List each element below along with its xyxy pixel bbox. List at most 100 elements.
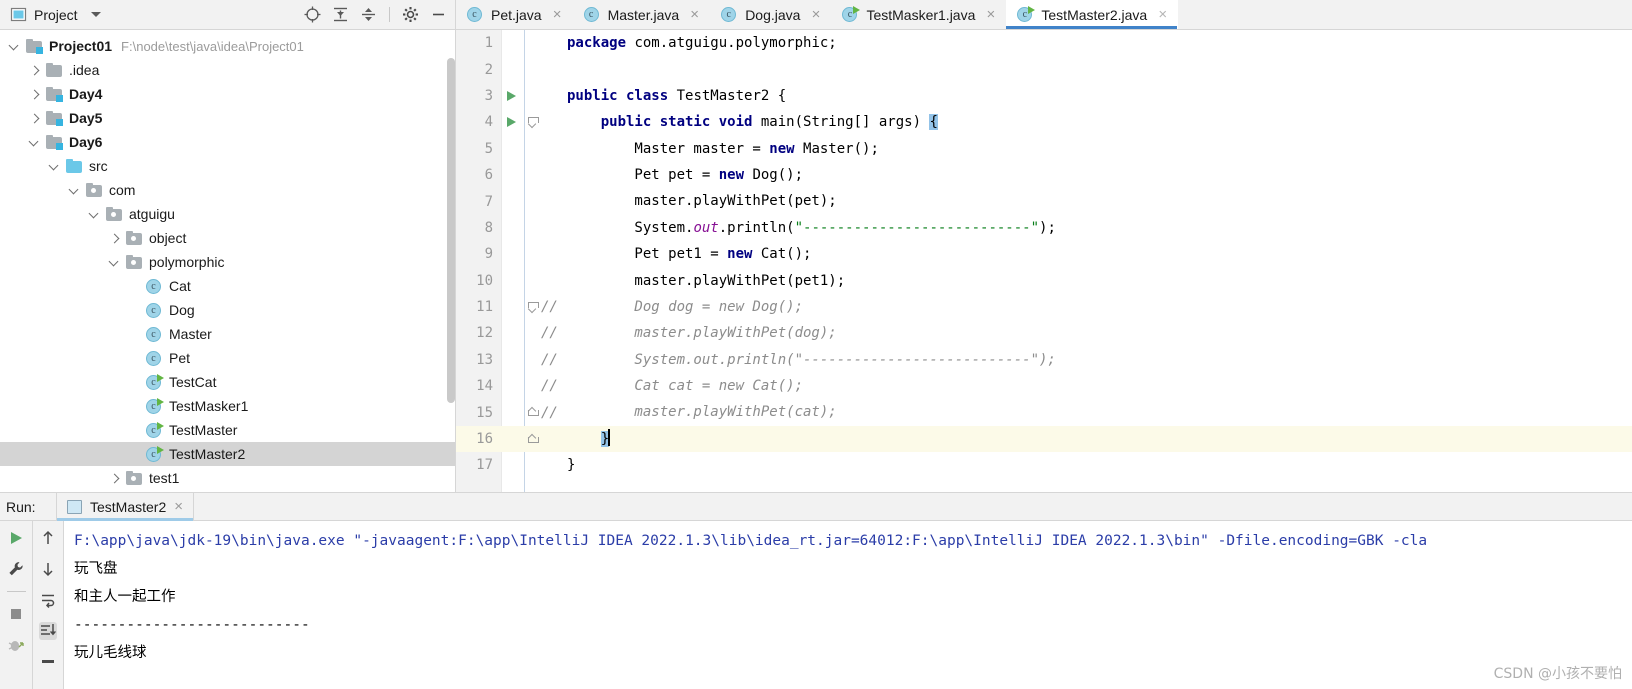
editor-tab-testmasker1-java[interactable]: c TestMasker1.java ×: [831, 0, 1006, 29]
close-icon[interactable]: ×: [985, 7, 996, 22]
close-icon[interactable]: ×: [174, 499, 183, 514]
tree-item-label: TestCat: [169, 374, 217, 390]
scroll-down-icon[interactable]: [39, 560, 57, 578]
tree-item-cat[interactable]: c Cat: [0, 274, 455, 298]
locate-icon[interactable]: [304, 6, 321, 23]
comment-marker: //: [541, 378, 558, 395]
tree-item-label: Cat: [169, 278, 191, 294]
hide-panel-icon[interactable]: [430, 6, 447, 23]
chevron-down-icon[interactable]: [28, 136, 41, 149]
settings-gear-icon[interactable]: [402, 6, 419, 23]
gutter-slot: [502, 426, 524, 452]
gutter-slot: [502, 268, 524, 294]
tree-item-day5[interactable]: Day5: [0, 106, 455, 130]
soft-wrap-icon[interactable]: [39, 591, 57, 609]
tree-item-com[interactable]: com: [0, 178, 455, 202]
wrench-settings-icon[interactable]: [7, 560, 25, 578]
tree-item-testcat[interactable]: c TestCat: [0, 370, 455, 394]
run-tool-header: Run: TestMaster2 ×: [0, 492, 1632, 521]
fold-up-icon[interactable]: [524, 426, 541, 452]
code-token: .println(: [718, 219, 795, 236]
chevron-down-icon[interactable]: [8, 40, 21, 53]
run-actions-toolbar: [0, 521, 33, 689]
tree-item-label: TestMaster: [169, 422, 238, 438]
tree-item-label: Pet: [169, 350, 191, 366]
project-title-group[interactable]: Project: [10, 6, 101, 23]
code-text: master.playWithPet(dog);: [567, 320, 1632, 346]
tree-item-pet[interactable]: c Pet: [0, 346, 455, 370]
package-icon: [126, 254, 143, 270]
code-token: {: [929, 114, 938, 131]
fold-slot: [524, 241, 541, 267]
fold-down-icon[interactable]: [524, 109, 541, 135]
tree-item-testmasker1[interactable]: c TestMasker1: [0, 394, 455, 418]
close-icon[interactable]: ×: [552, 7, 563, 22]
scroll-to-end-icon[interactable]: [39, 622, 57, 640]
chevron-right-icon[interactable]: [28, 88, 41, 101]
chevron-right-icon[interactable]: [28, 64, 41, 77]
code-text: Dog dog = new Dog();: [567, 294, 1632, 320]
fold-slot: [524, 30, 541, 56]
run-tab-label: TestMaster2: [90, 498, 167, 515]
tree-item-object[interactable]: object: [0, 226, 455, 250]
tree-item-idea[interactable]: .idea: [0, 58, 455, 82]
editor-tab-testmaster2-java[interactable]: c TestMaster2.java ×: [1006, 0, 1179, 29]
print-icon[interactable]: [39, 653, 57, 671]
tree-item-day4[interactable]: Day4: [0, 82, 455, 106]
close-icon[interactable]: ×: [1157, 7, 1168, 22]
gutter-slot: [502, 347, 524, 373]
scroll-up-icon[interactable]: [39, 529, 57, 547]
chevron-down-icon[interactable]: [90, 12, 101, 17]
tree-item-src[interactable]: src: [0, 154, 455, 178]
rerun-play-icon[interactable]: [7, 529, 25, 547]
tree-item-testmaster[interactable]: c TestMaster: [0, 418, 455, 442]
chevron-right-icon[interactable]: [108, 472, 121, 485]
fold-up-icon[interactable]: [524, 399, 541, 425]
chevron-down-icon[interactable]: [48, 160, 61, 173]
run-gutter-icon[interactable]: [502, 83, 524, 109]
fold-down-icon[interactable]: [524, 294, 541, 320]
chevron-down-icon[interactable]: [68, 184, 81, 197]
console-output[interactable]: F:\app\java\jdk-19\bin\java.exe "-javaag…: [64, 521, 1632, 689]
gutter-slot: [502, 215, 524, 241]
tree-item-dog[interactable]: c Dog: [0, 298, 455, 322]
toolbar-divider: [389, 7, 390, 22]
project-tree-scrollbar[interactable]: [447, 58, 455, 403]
tree-item-test1[interactable]: test1: [0, 466, 455, 490]
tree-item-polymorphic[interactable]: polymorphic: [0, 250, 455, 274]
class-icon: c: [146, 278, 163, 295]
code-token: );: [1039, 219, 1056, 236]
runnable-class-icon: c: [1017, 6, 1036, 23]
chevron-right-icon[interactable]: [28, 112, 41, 125]
toolbar-divider: [6, 591, 26, 592]
editor-tab-master-java[interactable]: c Master.java ×: [573, 0, 711, 29]
tree-item-day6[interactable]: Day6: [0, 130, 455, 154]
close-icon[interactable]: ×: [689, 7, 700, 22]
chevron-down-icon[interactable]: [88, 208, 101, 221]
console-output-line: 玩儿毛线球: [74, 645, 147, 661]
line-number: 3: [484, 87, 493, 104]
tree-item-project01[interactable]: Project01 F:\node\test\java\idea\Project0…: [0, 34, 455, 58]
code-editor[interactable]: 1 package com.atguigu.polymorphic; 2 3 publi…: [456, 30, 1632, 492]
run-tab-testmaster2[interactable]: TestMaster2 ×: [56, 492, 194, 521]
close-icon[interactable]: ×: [810, 7, 821, 22]
editor-tab-pet-java[interactable]: c Pet.java ×: [456, 0, 573, 29]
class-icon: c: [146, 326, 163, 343]
editor-tab-label: TestMaster2.java: [1041, 6, 1148, 23]
chevron-right-icon[interactable]: [108, 232, 121, 245]
editor-lines: 1 package com.atguigu.polymorphic; 2 3 publi…: [456, 30, 1632, 479]
editor-tab-bar: c Pet.java × c Master.java × c Dog.java × c TestMa…: [456, 0, 1632, 29]
expand-all-icon[interactable]: [332, 6, 349, 23]
tree-item-master[interactable]: c Master: [0, 322, 455, 346]
line-number: 17: [476, 457, 493, 474]
chevron-down-icon[interactable]: [108, 256, 121, 269]
debug-bug-icon[interactable]: [7, 636, 25, 654]
run-gutter-icon[interactable]: [502, 109, 524, 135]
tree-item-atguigu[interactable]: atguigu: [0, 202, 455, 226]
tree-item-testmaster2[interactable]: c TestMaster2: [0, 442, 455, 466]
editor-tab-dog-java[interactable]: c Dog.java ×: [710, 0, 831, 29]
stop-square-icon[interactable]: [7, 605, 25, 623]
collapse-all-icon[interactable]: [360, 6, 377, 23]
